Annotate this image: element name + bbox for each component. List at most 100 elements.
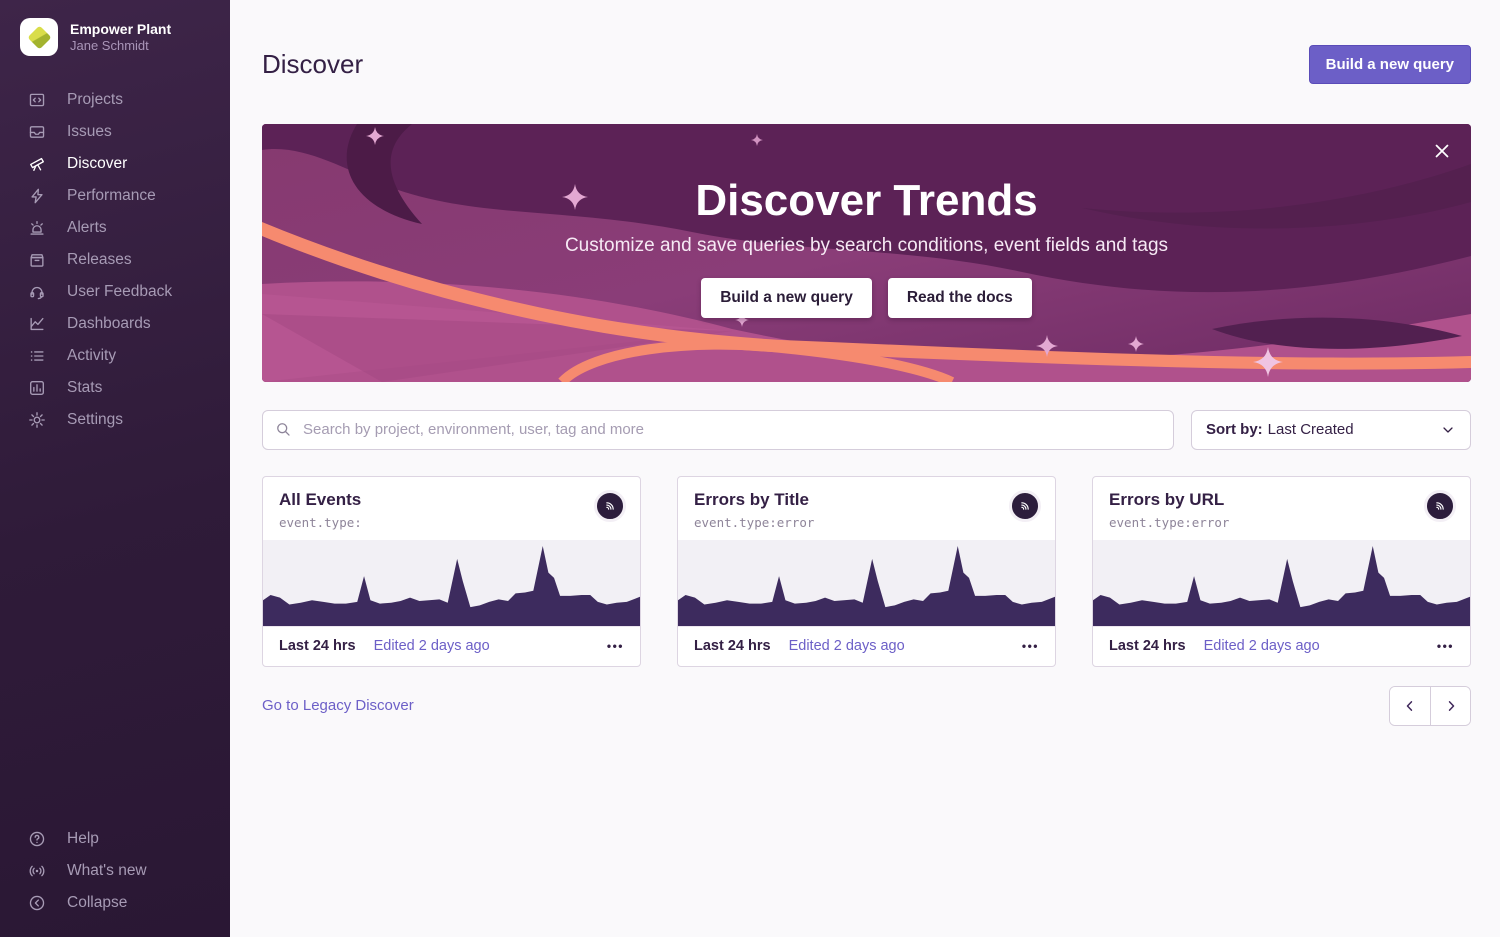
sidebar-item-help[interactable]: Help — [0, 823, 230, 855]
issues-icon — [28, 123, 46, 141]
legacy-discover-link[interactable]: Go to Legacy Discover — [262, 697, 414, 714]
sidebar-item-label: Releases — [67, 251, 132, 269]
sidebar-item-performance[interactable]: Performance — [0, 180, 230, 212]
card-title: Errors by URL — [1109, 490, 1229, 510]
banner-title: Discover Trends — [695, 176, 1037, 226]
collapse-icon — [28, 894, 46, 912]
query-controls: Sort by: Last Created — [262, 410, 1471, 450]
sidebar-item-releases[interactable]: Releases — [0, 244, 230, 276]
banner-read-docs-button[interactable]: Read the docs — [888, 278, 1032, 318]
banner-subtitle: Customize and save queries by search con… — [565, 235, 1168, 257]
card-query: event.type: — [279, 515, 362, 530]
search-box — [262, 410, 1174, 450]
card-footer: Last 24 hrs Edited 2 days ago ••• — [678, 626, 1055, 666]
card-header: Errors by URL event.type:error — [1093, 477, 1470, 540]
card-title: Errors by Title — [694, 490, 814, 510]
sort-dropdown[interactable]: Sort by: Last Created — [1191, 410, 1471, 450]
stats-icon — [28, 379, 46, 397]
pagination — [1389, 686, 1471, 726]
query-card-errors-by-url[interactable]: Errors by URL event.type:error Last 24 h… — [1092, 476, 1471, 667]
sidebar-item-label: Stats — [67, 379, 102, 397]
sidebar-spacer — [0, 436, 230, 823]
bottom-row: Go to Legacy Discover — [262, 686, 1471, 726]
banner-build-query-button[interactable]: Build a new query — [701, 278, 872, 318]
sidebar-item-alerts[interactable]: Alerts — [0, 212, 230, 244]
card-menu-icon[interactable]: ••• — [1022, 639, 1039, 653]
sidebar-item-label: Collapse — [67, 894, 127, 912]
sidebar-collapse-nav: Collapse — [0, 887, 230, 919]
performance-icon — [28, 187, 46, 205]
broadcast-icon — [28, 862, 46, 880]
card-header: Errors by Title event.type:error — [678, 477, 1055, 540]
sidebar-item-dashboards[interactable]: Dashboards — [0, 308, 230, 340]
card-menu-icon[interactable]: ••• — [607, 639, 624, 653]
page-title: Discover — [262, 49, 363, 80]
sidebar-item-activity[interactable]: Activity — [0, 340, 230, 372]
saved-query-cards: All Events event.type: Last 24 hrs Edite… — [262, 476, 1471, 667]
card-menu-icon[interactable]: ••• — [1437, 639, 1454, 653]
sidebar-item-stats[interactable]: Stats — [0, 372, 230, 404]
search-input[interactable] — [301, 420, 1161, 439]
sidebar-item-whats-new[interactable]: What's new — [0, 855, 230, 887]
sidebar-item-label: Performance — [67, 187, 156, 205]
sentry-avatar-icon — [1424, 490, 1456, 522]
pagination-prev-button[interactable] — [1390, 687, 1430, 725]
query-card-errors-by-title[interactable]: Errors by Title event.type:error Last 24… — [677, 476, 1056, 667]
card-edited: Edited 2 days ago — [374, 638, 490, 654]
search-icon — [275, 421, 292, 438]
card-footer: Last 24 hrs Edited 2 days ago ••• — [1093, 626, 1470, 666]
org-switcher[interactable]: Empower Plant Jane Schmidt — [0, 18, 230, 56]
sidebar-item-settings[interactable]: Settings — [0, 404, 230, 436]
sidebar-item-user-feedback[interactable]: User Feedback — [0, 276, 230, 308]
sidebar-secondary-nav: Dashboards Activity Stats — [0, 308, 230, 404]
sidebar-item-label: What's new — [67, 862, 147, 880]
sidebar-item-label: Alerts — [67, 219, 107, 237]
org-gem-icon — [27, 25, 51, 49]
sidebar-primary-nav: Projects Issues Discover Performance Ale… — [0, 84, 230, 308]
sidebar-footer-nav: Help What's new — [0, 823, 230, 887]
org-name: Empower Plant — [70, 21, 171, 38]
discover-trends-banner: Discover Trends Customize and save queri… — [262, 124, 1471, 382]
chevron-right-icon — [1442, 697, 1460, 715]
releases-icon — [28, 251, 46, 269]
close-icon — [1431, 140, 1453, 162]
dashboards-icon — [28, 315, 46, 333]
card-edited: Edited 2 days ago — [1204, 638, 1320, 654]
card-query: event.type:error — [1109, 515, 1229, 530]
sidebar-settings-nav: Settings — [0, 404, 230, 436]
banner-close-button[interactable] — [1427, 136, 1457, 166]
sidebar-collapse-button[interactable]: Collapse — [0, 887, 230, 919]
sidebar-item-issues[interactable]: Issues — [0, 116, 230, 148]
sentry-avatar-icon — [594, 490, 626, 522]
page-header: Discover Build a new query — [262, 32, 1471, 98]
pagination-next-button[interactable] — [1430, 687, 1470, 725]
user-feedback-icon — [28, 283, 46, 301]
alerts-icon — [28, 219, 46, 237]
card-sparkline-chart — [678, 540, 1055, 626]
card-sparkline-chart — [263, 540, 640, 626]
main-content: Discover Build a new query — [230, 0, 1500, 937]
chevron-left-icon — [1401, 697, 1419, 715]
sidebar-item-label: Settings — [67, 411, 123, 429]
card-timeframe: Last 24 hrs — [1109, 638, 1186, 654]
sidebar-item-label: Issues — [67, 123, 112, 141]
sort-value: Last Created — [1268, 421, 1354, 438]
sidebar-item-label: Help — [67, 830, 99, 848]
banner-content: Discover Trends Customize and save queri… — [262, 124, 1471, 382]
org-user: Jane Schmidt — [70, 38, 171, 54]
card-title: All Events — [279, 490, 362, 510]
build-new-query-button[interactable]: Build a new query — [1309, 45, 1471, 84]
help-icon — [28, 830, 46, 848]
banner-buttons: Build a new query Read the docs — [701, 278, 1032, 318]
card-header: All Events event.type: — [263, 477, 640, 540]
activity-icon — [28, 347, 46, 365]
sidebar-item-label: Dashboards — [67, 315, 151, 333]
sidebar: Empower Plant Jane Schmidt Projects Issu… — [0, 0, 230, 937]
sidebar-item-label: User Feedback — [67, 283, 172, 301]
discover-icon — [28, 155, 46, 173]
sidebar-item-discover[interactable]: Discover — [0, 148, 230, 180]
sidebar-item-projects[interactable]: Projects — [0, 84, 230, 116]
query-card-all-events[interactable]: All Events event.type: Last 24 hrs Edite… — [262, 476, 641, 667]
card-footer: Last 24 hrs Edited 2 days ago ••• — [263, 626, 640, 666]
chevron-down-icon — [1440, 422, 1456, 438]
